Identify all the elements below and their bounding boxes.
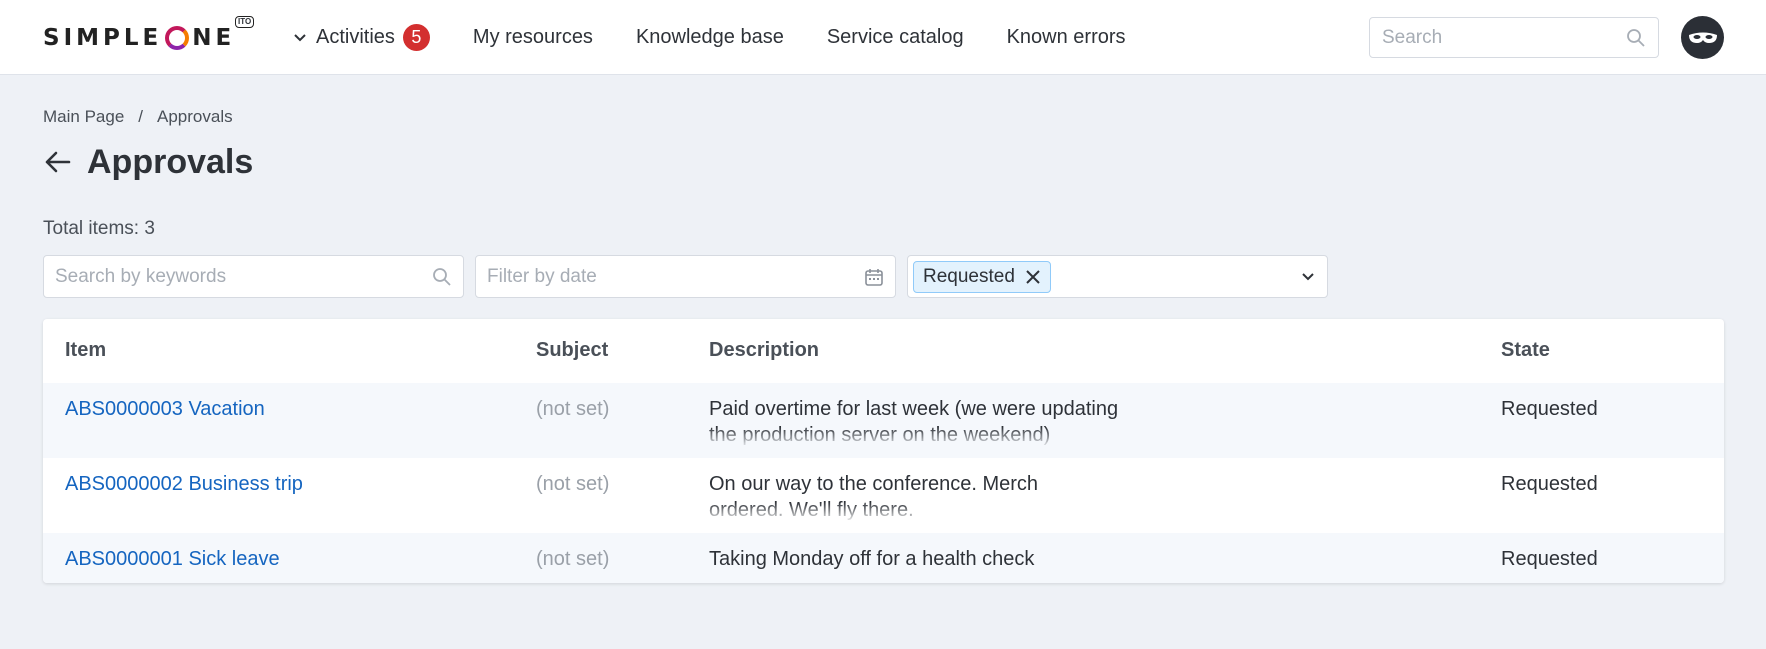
simpleone-logo[interactable]: SIMPLE NE ITO <box>43 16 255 52</box>
nav-my-resources[interactable]: My resources <box>473 26 593 49</box>
table-row[interactable]: ABS0000003 Vacation (not set) Paid overt… <box>43 383 1724 458</box>
column-header-state[interactable]: State <box>1501 339 1550 362</box>
arrow-left-icon[interactable] <box>43 147 73 177</box>
logo-text: SIMPLE NE <box>43 25 235 51</box>
logo-text-part2: NE <box>192 25 236 51</box>
column-header-description[interactable]: Description <box>709 339 1129 362</box>
breadcrumb-main-page[interactable]: Main Page <box>43 107 124 127</box>
date-filter <box>475 255 896 298</box>
chevron-down-icon <box>293 33 307 43</box>
nav-activities-label: Activities <box>316 26 395 48</box>
description-cell: On our way to the conference. Merch orde… <box>709 473 1039 521</box>
nav-knowledge-base[interactable]: Knowledge base <box>636 26 784 49</box>
state-filter[interactable]: Requested <box>907 255 1328 298</box>
table-row[interactable]: ABS0000002 Business trip (not set) On ou… <box>43 458 1724 533</box>
search-icon[interactable] <box>432 267 452 287</box>
total-items-label: Total items: 3 <box>43 218 155 239</box>
breadcrumb-approvals: Approvals <box>157 107 233 126</box>
logo-ring-icon <box>165 26 190 50</box>
nav-activities[interactable]: Activities 5 <box>293 24 430 51</box>
keyword-search-input[interactable] <box>55 265 432 288</box>
column-header-item[interactable]: Item <box>65 339 106 362</box>
subject-cell: (not set) <box>536 398 610 420</box>
search-icon[interactable] <box>1626 28 1646 48</box>
chevron-down-icon[interactable] <box>1301 270 1315 284</box>
logo-badge: ITO <box>235 16 255 28</box>
keyword-filter <box>43 255 464 298</box>
calendar-icon[interactable] <box>864 267 884 287</box>
page-title: Approvals <box>87 142 254 181</box>
breadcrumb: Main Page / Approvals <box>43 107 233 127</box>
activities-count-badge: 5 <box>402 24 430 51</box>
description-cell: Paid overtime for last week (we were upd… <box>709 398 1119 446</box>
table-header: Item Subject Description State <box>43 319 1724 383</box>
global-search-input[interactable] <box>1382 26 1626 49</box>
item-link[interactable]: ABS0000002 Business trip <box>65 471 303 497</box>
state-chip: Requested <box>913 260 1051 293</box>
table-row[interactable]: ABS0000001 Sick leave (not set) Taking M… <box>43 533 1724 583</box>
date-filter-input[interactable] <box>487 265 864 288</box>
logo-text-part1: SIMPLE <box>43 25 163 51</box>
mask-avatar-icon <box>1688 31 1718 45</box>
breadcrumb-separator: / <box>138 107 144 126</box>
state-cell: Requested <box>1501 398 1598 420</box>
user-avatar[interactable] <box>1681 16 1724 59</box>
state-chip-label: Requested <box>923 265 1015 287</box>
nav-service-catalog[interactable]: Service catalog <box>827 26 964 49</box>
main-nav: Activities 5 My resources Knowledge base… <box>293 0 1169 75</box>
item-link[interactable]: ABS0000001 Sick leave <box>65 546 280 572</box>
item-link[interactable]: ABS0000003 Vacation <box>65 396 265 422</box>
approvals-table: Item Subject Description State ABS000000… <box>43 319 1724 583</box>
global-search <box>1369 17 1659 58</box>
title-row: Approvals <box>43 140 253 184</box>
column-header-subject[interactable]: Subject <box>536 339 608 362</box>
top-bar: SIMPLE NE ITO Activities 5 My resources K… <box>0 0 1766 75</box>
state-cell: Requested <box>1501 548 1598 570</box>
description-cell: Taking Monday off for a health check <box>709 548 1035 570</box>
close-icon[interactable] <box>1025 269 1041 285</box>
subject-cell: (not set) <box>536 473 610 495</box>
nav-known-errors[interactable]: Known errors <box>1007 26 1126 49</box>
state-cell: Requested <box>1501 473 1598 495</box>
subject-cell: (not set) <box>536 548 610 570</box>
